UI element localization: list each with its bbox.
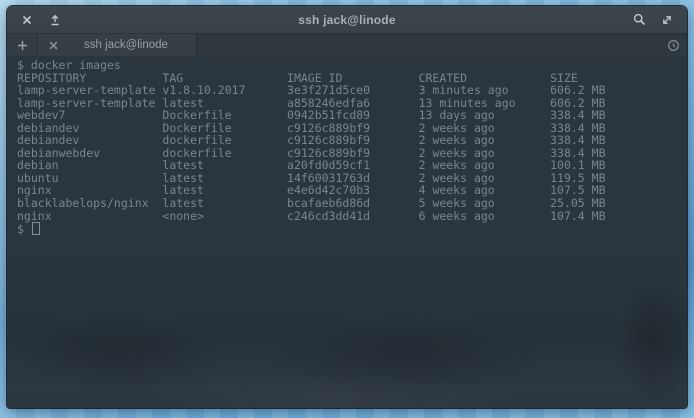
close-tab-button[interactable] [44, 36, 62, 54]
close-tab-icon [49, 41, 58, 50]
terminal-output: $ docker imagesREPOSITORY TAG IMAGE ID C… [17, 59, 687, 235]
terminal-screen[interactable]: $ docker imagesREPOSITORY TAG IMAGE ID C… [7, 56, 687, 408]
tab-label: ssh jack@linode [62, 39, 190, 51]
image-row-line: debiandev dockerfile c9126c889bf9 2 week… [17, 134, 687, 147]
history-button[interactable] [659, 34, 687, 56]
image-row-line: webdev7 Dockerfile 0942b51fcd89 13 days … [17, 109, 687, 122]
tabbar: ssh jack@linode [7, 34, 687, 56]
prompt-line: $ [17, 222, 687, 235]
tabstrip-empty [197, 34, 659, 56]
arrow-up-from-bar-icon [49, 14, 61, 26]
close-icon [22, 15, 32, 25]
history-icon [667, 39, 680, 52]
expand-icon [661, 14, 673, 26]
slide-up-button[interactable] [45, 10, 65, 30]
close-window-button[interactable] [17, 10, 37, 30]
tab-ssh-jack-linode[interactable]: ssh jack@linode [38, 34, 197, 56]
search-button[interactable] [629, 10, 649, 30]
new-tab-icon [17, 40, 28, 51]
search-icon [633, 13, 646, 26]
new-tab-button[interactable] [7, 34, 38, 56]
window-title: ssh jack@linode [7, 13, 687, 27]
command-line: $ docker images [17, 59, 687, 72]
terminal-window: ssh jack@linode [7, 6, 687, 408]
image-row-line: nginx <none> c246cd3dd41d 6 weeks ago 10… [17, 210, 687, 223]
fullscreen-button[interactable] [657, 10, 677, 30]
titlebar[interactable]: ssh jack@linode [7, 6, 687, 34]
image-row-line: blacklabelops/nginx latest bcafaeb6d86d … [17, 197, 687, 210]
terminal-cursor [32, 222, 40, 235]
image-row-line: lamp-server-template v1.8.10.2017 3e3f27… [17, 84, 687, 97]
